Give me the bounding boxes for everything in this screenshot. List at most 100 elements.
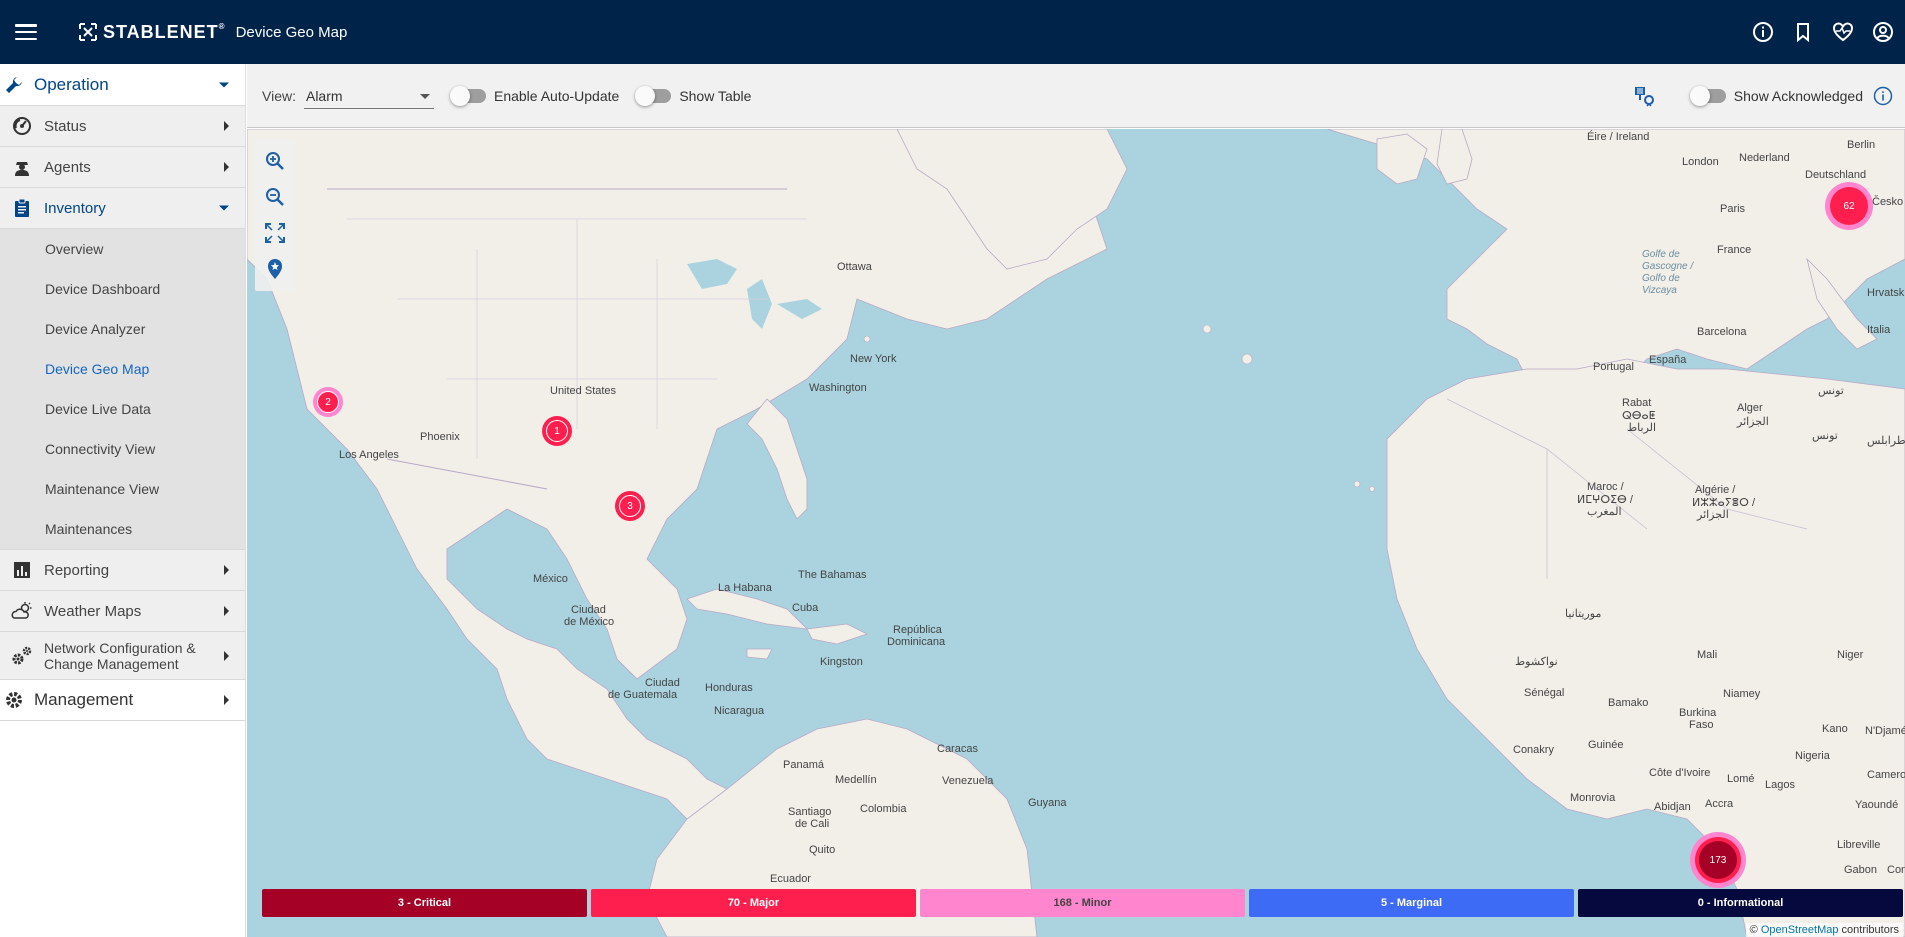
place-label: Česko <box>1872 196 1904 208</box>
bookmark-icon[interactable] <box>1791 20 1815 44</box>
place-label: Venezuela <box>942 775 994 787</box>
legend-minor[interactable]: 168 - Minor <box>920 889 1245 917</box>
account-icon[interactable] <box>1871 20 1895 44</box>
sidebar-subitem-device-dashboard[interactable]: Device Dashboard <box>0 269 245 309</box>
zoom-out-icon[interactable] <box>259 179 291 215</box>
place-label: New York <box>850 353 897 365</box>
place-label: Maroc / <box>1587 481 1624 493</box>
sidebar-subitem-connectivity-view[interactable]: Connectivity View <box>0 429 245 469</box>
place-label: تونس <box>1818 385 1844 397</box>
sidebar-item-status[interactable]: Status <box>0 106 245 147</box>
cluster-gulf-of-guinea[interactable]: 173 <box>1690 832 1746 888</box>
cluster-west-coast[interactable]: 2 <box>313 387 343 417</box>
place-label: France <box>1717 244 1752 256</box>
sidebar-item-management[interactable]: Management <box>0 680 245 721</box>
place-label: de Guatemala <box>608 689 678 701</box>
place-label: Monrovia <box>1570 792 1616 804</box>
place-label: Ciudad <box>571 604 606 616</box>
view-select[interactable]: Alarm <box>303 83 434 109</box>
openstreetmap-link[interactable]: OpenStreetMap <box>1761 924 1839 936</box>
zoom-in-icon[interactable] <box>259 143 291 179</box>
map-controls <box>255 139 295 291</box>
place-label: La Habana <box>718 582 772 594</box>
sidebar-subitem-device-live-data[interactable]: Device Live Data <box>0 389 245 429</box>
bar-chart-icon <box>10 558 34 582</box>
sidebar-subitem-device-geo-map[interactable]: Device Geo Map <box>0 349 245 389</box>
place-label: Nederland <box>1739 152 1790 164</box>
info-icon[interactable] <box>1751 20 1775 44</box>
place-label: الرباط <box>1627 422 1657 434</box>
place-label: Hrvatsk <box>1867 287 1905 299</box>
sidebar-item-reporting[interactable]: Reporting <box>0 550 245 591</box>
place-label: Cameroun <box>1867 769 1905 781</box>
place-label: de Cali <box>795 818 830 830</box>
place-label: Berlin <box>1847 139 1876 151</box>
show-acknowledged-label: Show Acknowledged <box>1733 88 1863 104</box>
place-label: Bamako <box>1608 697 1649 709</box>
legend-critical[interactable]: 3 - Critical <box>262 889 587 917</box>
gauge-icon <box>10 114 34 138</box>
location-pin-icon[interactable] <box>259 251 291 287</box>
place-label: Guyana <box>1028 797 1067 809</box>
place-label: Ecuador <box>770 873 811 885</box>
cluster-gulf-coast[interactable]: 3 <box>615 491 645 521</box>
sidebar-subitem-maintenances[interactable]: Maintenances <box>0 509 245 549</box>
info-icon[interactable] <box>1873 86 1893 106</box>
place-label: الجزائر <box>1737 416 1769 428</box>
sidebar-subitem-device-analyzer[interactable]: Device Analyzer <box>0 309 245 349</box>
place-label: Caracas <box>937 743 978 755</box>
view-select-value: Alarm <box>305 87 343 104</box>
place-label: Kano <box>1822 723 1848 735</box>
sidebar-item-label: Operation <box>34 74 109 94</box>
sidebar-item-label: Agents <box>44 158 91 176</box>
sidebar-item-agents[interactable]: Agents <box>0 147 245 188</box>
cluster-core: 2 <box>317 391 339 413</box>
place-label: Sénégal <box>1524 687 1565 699</box>
place-label: The Bahamas <box>798 569 867 581</box>
wrench-icon <box>2 73 26 97</box>
cluster-europe[interactable]: 62 <box>1825 182 1873 230</box>
place-label: Cuba <box>792 602 819 614</box>
sidebar-subitem-maintenance-view[interactable]: Maintenance View <box>0 469 245 509</box>
legend-marginal[interactable]: 5 - Marginal <box>1249 889 1574 917</box>
place-label: Libreville <box>1837 839 1881 851</box>
sidebar: Operation Status Agents Inventory Overvi… <box>0 64 246 937</box>
place-label: Algérie / <box>1695 484 1736 496</box>
heart-pulse-icon[interactable] <box>1831 20 1855 44</box>
chevron-right-icon <box>224 606 229 616</box>
show-table-toggle[interactable]: Show Table <box>629 85 751 106</box>
sidebar-subitem-overview[interactable]: Overview <box>0 229 245 269</box>
place-label: Gabon <box>1844 864 1878 876</box>
place-label: Panamá <box>783 759 824 771</box>
sidebar-item-label: Status <box>44 117 87 135</box>
place-label: Nigeria <box>1795 750 1830 762</box>
toggle-switch[interactable] <box>449 85 486 106</box>
geo-map[interactable]: Éire / Ireland London Nederland Berlin D… <box>247 129 1905 937</box>
place-label: Yaoundé <box>1855 799 1899 811</box>
chevron-down-icon <box>219 205 229 211</box>
place-label: المغرب <box>1587 506 1622 518</box>
stablenet-logo-icon <box>79 23 97 41</box>
sidebar-item-network-configuration[interactable]: Network Configuration & Change Management <box>0 632 245 680</box>
cluster-central-us[interactable]: 1 <box>542 416 572 446</box>
place-label: تونس <box>1812 430 1838 442</box>
place-label: United States <box>550 385 617 397</box>
legend-major[interactable]: 70 - Major <box>591 889 916 917</box>
toggle-switch[interactable] <box>635 85 672 106</box>
map-pin-settings-icon[interactable] <box>1632 84 1656 108</box>
toggle-switch[interactable] <box>1689 86 1726 106</box>
place-label: Rabat <box>1622 397 1652 409</box>
fit-bounds-icon[interactable] <box>259 215 291 251</box>
sidebar-item-inventory[interactable]: Inventory <box>0 188 245 229</box>
place-label: موريتانيا <box>1565 608 1602 620</box>
legend-informational[interactable]: 0 - Informational <box>1578 889 1903 917</box>
sidebar-item-weather-maps[interactable]: Weather Maps <box>0 591 245 632</box>
place-label: London <box>1682 156 1719 168</box>
auto-update-toggle[interactable]: Enable Auto-Update <box>444 85 620 106</box>
show-acknowledged-toggle[interactable]: Show Acknowledged <box>1684 86 1863 106</box>
menu-icon[interactable] <box>15 24 37 40</box>
sidebar-item-label: Management <box>34 690 134 709</box>
auto-update-label: Enable Auto-Update <box>493 87 620 104</box>
sidebar-item-operation[interactable]: Operation <box>0 64 245 106</box>
place-label: Washington <box>809 382 867 394</box>
